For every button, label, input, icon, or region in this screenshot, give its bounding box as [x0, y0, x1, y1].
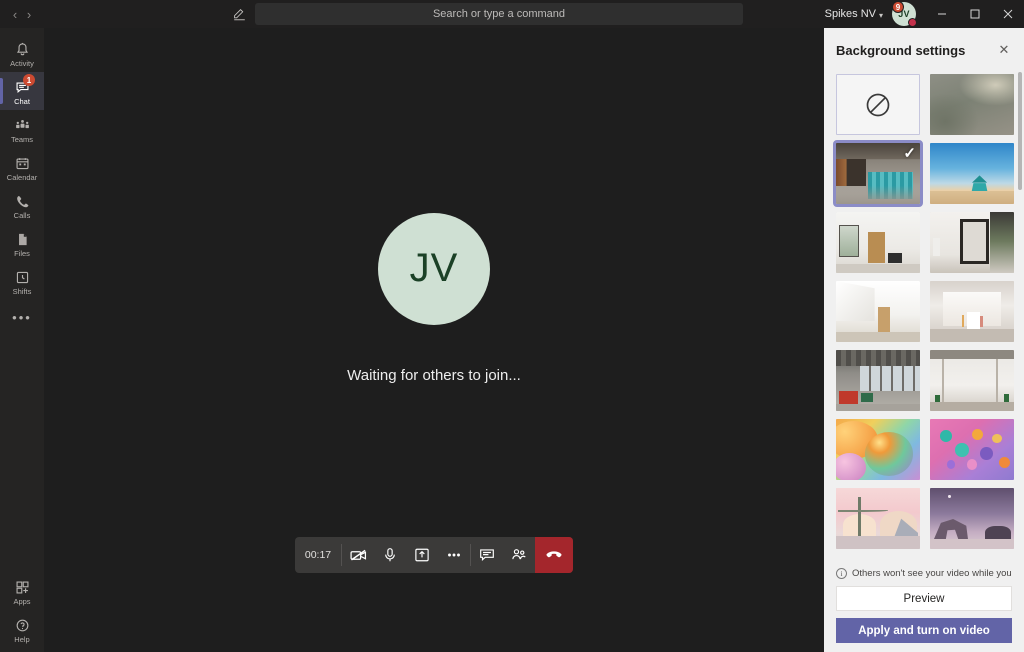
app-rail: Activity 1 Chat Teams Calendar Calls Fil… [0, 28, 44, 652]
sidebar-item-files[interactable]: Files [0, 224, 44, 262]
camera-off-button[interactable] [342, 537, 374, 573]
preview-notice: i Others won't see your video while you … [836, 568, 1012, 579]
sidebar-item-label: Apps [13, 597, 31, 606]
title-bar: ‹ › Search or type a command Spikes NV ▾… [0, 0, 1024, 28]
background-settings-panel: Background settings ✕ ✓ i Others won't s… [824, 28, 1024, 652]
apply-and-turn-on-video-button[interactable]: Apply and turn on video [836, 618, 1012, 643]
chat-unread-badge: 1 [23, 74, 35, 86]
no-background-icon [866, 93, 890, 116]
apps-icon [15, 579, 30, 596]
background-thumbnail-scroll[interactable]: ✓ [824, 72, 1024, 568]
meeting-control-bar: 00:17 [295, 537, 573, 573]
maximize-button[interactable] [958, 0, 991, 28]
forward-icon[interactable]: › [27, 8, 31, 21]
search-input[interactable]: Search or type a command [255, 3, 743, 25]
sidebar-item-activity[interactable]: Activity [0, 34, 44, 72]
sidebar-item-teams[interactable]: Teams [0, 110, 44, 148]
files-icon [15, 231, 30, 248]
close-icon[interactable]: ✕ [994, 40, 1014, 60]
participant-avatar-initials: JV [409, 246, 459, 290]
help-icon [15, 617, 30, 634]
presence-indicator-busy [908, 18, 917, 27]
sidebar-item-label: Chat [14, 97, 30, 106]
sidebar-item-label: Calendar [6, 173, 38, 182]
phone-icon [15, 193, 30, 210]
chevron-down-icon: ▾ [878, 10, 883, 20]
sidebar-item-shifts[interactable]: Shifts [0, 262, 44, 300]
panel-header: Background settings ✕ [824, 28, 1024, 72]
info-icon: i [836, 568, 847, 579]
sidebar-item-chat[interactable]: 1 Chat [0, 72, 44, 110]
shifts-icon [15, 269, 30, 286]
call-timer: 00:17 [304, 549, 332, 561]
sidebar-more-button[interactable]: ••• [0, 300, 44, 334]
microphone-button[interactable] [374, 537, 406, 573]
participants-button[interactable] [503, 537, 535, 573]
preview-notice-text: Others won't see your video while you pr… [852, 568, 1012, 579]
background-thumbnail-loft-office[interactable] [836, 350, 920, 411]
meeting-stage-center: JV Waiting for others to join... [44, 28, 824, 568]
org-name-label: Spikes NV [824, 8, 876, 20]
sidebar-item-label: Files [14, 249, 30, 258]
background-thumbnail-beach[interactable] [930, 143, 1014, 204]
sidebar-item-label: Help [14, 635, 30, 644]
titlebar-right: Spikes NV ▾ 9 JV [825, 0, 1024, 28]
rail-bottom: Apps Help [0, 572, 44, 652]
sidebar-item-label: Calls [13, 211, 31, 220]
navigation-arrows: ‹ › [0, 8, 44, 21]
background-thumbnail-bridge[interactable] [836, 488, 920, 549]
avatar[interactable]: 9 JV [892, 1, 917, 27]
selected-check-icon: ✓ [903, 145, 916, 162]
background-thumbnail-balloons-small[interactable] [930, 419, 1014, 480]
participant-avatar: JV [378, 212, 490, 325]
background-thumbnail-office-lockers[interactable]: ✓ [833, 140, 923, 207]
search-placeholder: Search or type a command [432, 8, 566, 20]
share-screen-button[interactable] [406, 537, 438, 573]
background-thumbnail-room-mirror[interactable] [930, 212, 1014, 273]
minimize-button[interactable] [925, 0, 958, 28]
background-thumbnail-white-room-window[interactable] [836, 212, 920, 273]
sidebar-item-calls[interactable]: Calls [0, 186, 44, 224]
notification-badge: 9 [892, 1, 904, 13]
hangup-button[interactable] [535, 537, 573, 573]
background-thumbnail-white-stairwell[interactable] [836, 281, 920, 342]
sidebar-item-label: Teams [10, 135, 34, 144]
chat-button[interactable] [471, 537, 503, 573]
background-thumbnail-plain-wall[interactable] [930, 350, 1014, 411]
close-button[interactable] [991, 0, 1024, 28]
background-thumbnail-grid: ✓ [833, 74, 1014, 549]
preview-button[interactable]: Preview [836, 586, 1012, 611]
waiting-status-text: Waiting for others to join... [347, 366, 521, 384]
panel-title: Background settings [836, 42, 966, 58]
sidebar-item-calendar[interactable]: Calendar [0, 148, 44, 186]
panel-scrollbar[interactable] [1018, 72, 1022, 568]
sidebar-item-label: Activity [10, 59, 34, 68]
meeting-stage: JV Waiting for others to join... 00:17 [44, 28, 824, 652]
teams-icon [15, 117, 30, 134]
panel-scrollbar-thumb[interactable] [1018, 72, 1022, 190]
more-options-button[interactable] [438, 537, 470, 573]
background-thumbnail-none[interactable] [836, 74, 920, 135]
sidebar-item-label: Shifts [12, 287, 32, 296]
sidebar-item-apps[interactable]: Apps [0, 572, 44, 610]
panel-footer: i Others won't see your video while you … [824, 568, 1024, 652]
compose-icon[interactable] [225, 0, 253, 28]
background-thumbnail-white-studio[interactable] [930, 281, 1014, 342]
background-thumbnail-blur[interactable] [930, 74, 1014, 135]
background-thumbnail-desert-arch[interactable] [930, 488, 1014, 549]
sidebar-item-help[interactable]: Help [0, 610, 44, 648]
calendar-icon [15, 155, 30, 172]
back-icon[interactable]: ‹ [13, 8, 17, 21]
org-switcher[interactable]: Spikes NV ▾ [825, 8, 883, 20]
bell-icon [15, 41, 30, 58]
background-thumbnail-balloons-large[interactable] [836, 419, 920, 480]
